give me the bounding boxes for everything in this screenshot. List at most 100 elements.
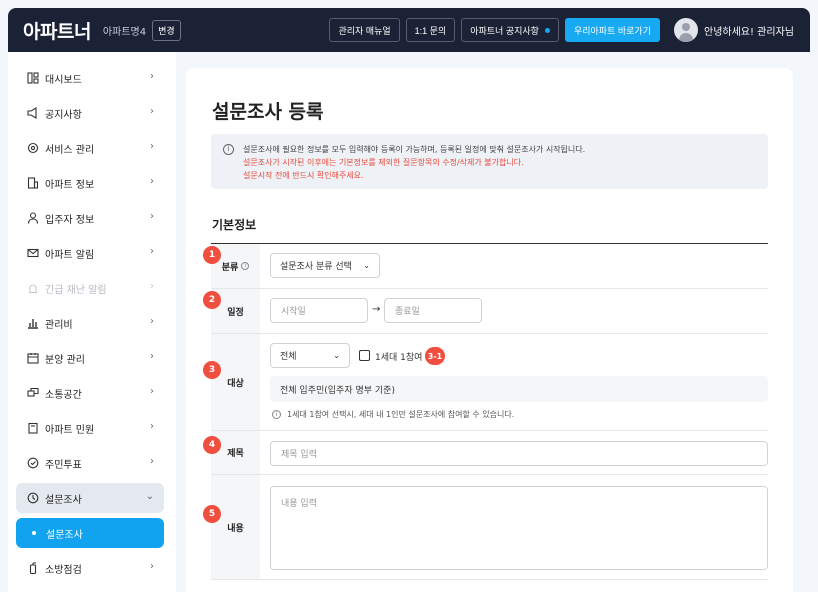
chat-icon: [26, 387, 39, 400]
sidebar-item-label: 입주자 정보: [45, 214, 95, 226]
chevron-right-icon: ›: [150, 421, 154, 432]
new-indicator-dot: [544, 27, 550, 33]
apartment-name: 아파트명4: [102, 26, 147, 38]
chevron-right-icon: ›: [150, 71, 154, 82]
chevron-right-icon: ›: [150, 246, 154, 257]
sidebar-item-notice[interactable]: 공지사항 ›: [16, 98, 164, 128]
chevron-right-icon: ›: [150, 386, 154, 397]
form-row-content: 내용 5 내용 입력: [203, 475, 768, 580]
manual-button[interactable]: 관리자 매뉴얼: [329, 18, 400, 42]
chevron-right-icon: ›: [150, 106, 154, 117]
select-value: 설문조사 분류 선택: [280, 262, 352, 272]
end-date-input[interactable]: 종료일: [384, 298, 482, 323]
sidebar-item-resident[interactable]: 입주자 정보 ›: [16, 203, 164, 233]
arrow-right-icon: →: [372, 304, 381, 315]
bar-chart-icon: [26, 317, 39, 330]
field-label-target: 대상: [211, 334, 260, 430]
step-badge: 5: [203, 505, 221, 523]
user-menu[interactable]: 안녕하세요! 관리자님: [674, 18, 794, 42]
chevron-down-icon: ⌄: [363, 261, 370, 270]
sidebar-item-fee[interactable]: 관리비 ›: [16, 308, 164, 338]
greeting-text: 안녕하세요! 관리자님: [704, 26, 794, 38]
sidebar-item-label: 분양 관리: [45, 354, 85, 366]
content-textarea[interactable]: 내용 입력: [270, 486, 768, 570]
sidebar-item-sale[interactable]: 분양 관리 ›: [16, 343, 164, 373]
clipboard-icon: [26, 422, 39, 435]
header-actions: 관리자 매뉴얼 1:1 문의 아파트너 공지사항 우리아파트 바로가기 안녕하세…: [329, 8, 810, 52]
sidebar-item-service[interactable]: 서비스 관리 ›: [16, 133, 164, 163]
sidebar-item-apt-info[interactable]: 아파트 정보 ›: [16, 168, 164, 198]
sidebar-item-label: 긴급 재난 알림: [45, 284, 107, 296]
go-apartment-button[interactable]: 우리아파트 바로가기: [564, 18, 660, 42]
sidebar-item-fire-inspection[interactable]: 소방점검 ›: [16, 553, 164, 583]
sidebar-item-vote[interactable]: 주민투표 ›: [16, 448, 164, 478]
gear-icon: [26, 142, 39, 155]
sidebar-item-label: 아파트 민원: [45, 424, 95, 436]
sidebar-subitem-survey[interactable]: 설문조사: [16, 518, 164, 548]
sidebar-item-label: 소통공간: [45, 389, 82, 401]
step-badge: 2: [203, 291, 221, 309]
main-content: 설문조사 등록 i 설문조사에 필요한 정보를 모두 입력해야 등록이 가능하며…: [186, 68, 793, 592]
sidebar-item-label: 서비스 관리: [45, 144, 95, 156]
avatar: [674, 18, 698, 42]
chevron-down-icon: ⌄: [333, 351, 340, 360]
checkbox-label[interactable]: 1세대 1참여: [375, 350, 422, 363]
chevron-right-icon: ›: [150, 351, 154, 362]
sidebar-item-label: 관리비: [45, 319, 73, 331]
start-date-input[interactable]: 시작일: [270, 298, 368, 323]
sidebar-item-label: 아파트 정보: [45, 179, 95, 191]
chevron-right-icon: ›: [150, 141, 154, 152]
chevron-down-icon: ⌄: [145, 491, 154, 502]
sidebar-item-complaint[interactable]: 아파트 민원 ›: [16, 413, 164, 443]
dashboard-icon: [26, 72, 39, 85]
step-badge: 4: [203, 436, 221, 454]
sidebar-item-dashboard[interactable]: 대시보드 ›: [16, 63, 164, 93]
sidebar-item-apt-alert[interactable]: 아파트 알림 ›: [16, 238, 164, 268]
subject-input[interactable]: 제목 입력: [270, 441, 768, 466]
sidebar-item-label: 아파트 알림: [45, 249, 95, 261]
sidebar-item-disaster-alert: 긴급 재난 알림 ›: [16, 273, 164, 303]
field-label-subject: 제목: [211, 431, 260, 474]
sidebar-item-label: 설문조사: [46, 529, 83, 541]
calendar-icon: [26, 352, 39, 365]
select-value: 전체: [280, 352, 297, 362]
mail-icon: [26, 247, 39, 260]
notice-box: i 설문조사에 필요한 정보를 모두 입력해야 등록이 가능하며, 등록된 일정…: [211, 134, 768, 189]
target-hint: i 1세대 1참여 선택시, 세대 내 1인만 설문조사에 참여할 수 있습니다…: [272, 409, 514, 420]
bullet-icon: [32, 531, 36, 535]
app-logo[interactable]: 아파트너: [23, 17, 91, 44]
sidebar: 대시보드 › 공지사항 › 서비스 관리 › 아파트 정보 › 입주자 정보 ›…: [8, 52, 176, 592]
sidebar-item-label: 공지사항: [45, 109, 82, 121]
target-select[interactable]: 전체 ⌄: [270, 343, 350, 368]
hint-text: 1세대 1참여 선택시, 세대 내 1인만 설문조사에 참여할 수 있습니다.: [287, 410, 515, 419]
vote-icon: [26, 457, 39, 470]
sidebar-item-label: 대시보드: [45, 74, 82, 86]
alert-icon: [26, 282, 39, 295]
sidebar-item-community[interactable]: 소통공간 ›: [16, 378, 164, 408]
sidebar-item-label: 설문조사: [45, 494, 82, 506]
sidebar-item-label: 주민투표: [45, 459, 82, 471]
chevron-right-icon: ›: [150, 211, 154, 222]
inquiry-button[interactable]: 1:1 문의: [405, 18, 456, 42]
notice-warning-line: 설문조사가 시작된 이후에는 기본정보를 제외한 질문항목의 수정/삭제가 불가…: [243, 158, 524, 167]
step-badge: 1: [203, 246, 221, 264]
section-title: 기본정보: [212, 218, 257, 232]
category-select[interactable]: 설문조사 분류 선택 ⌄: [270, 253, 380, 278]
step-badge: 3: [203, 361, 221, 379]
sidebar-item-survey[interactable]: 설문조사 ⌄: [16, 483, 164, 513]
info-icon[interactable]: i: [241, 262, 250, 270]
one-per-household-checkbox[interactable]: [359, 350, 370, 361]
change-apartment-button[interactable]: 변경: [152, 19, 181, 41]
notice-warning-line: 설문시작 전에 반드시 확인해주세요.: [243, 171, 364, 180]
notice-button[interactable]: 아파트너 공지사항: [461, 18, 559, 42]
step-badge: 3-1: [425, 347, 445, 365]
person-icon: [26, 212, 39, 225]
notice-line: 설문조사에 필요한 정보를 모두 입력해야 등록이 가능하며, 등록된 일정에 …: [243, 145, 586, 154]
form-row-subject: 제목 4 제목 입력: [203, 431, 768, 475]
chevron-right-icon: ›: [150, 561, 154, 572]
extinguisher-icon: [26, 562, 39, 575]
chevron-right-icon: ›: [150, 176, 154, 187]
form-row-schedule: 일정 2 시작일 → 종료일: [203, 289, 768, 334]
megaphone-icon: [26, 107, 39, 120]
chevron-right-icon: ›: [150, 316, 154, 327]
